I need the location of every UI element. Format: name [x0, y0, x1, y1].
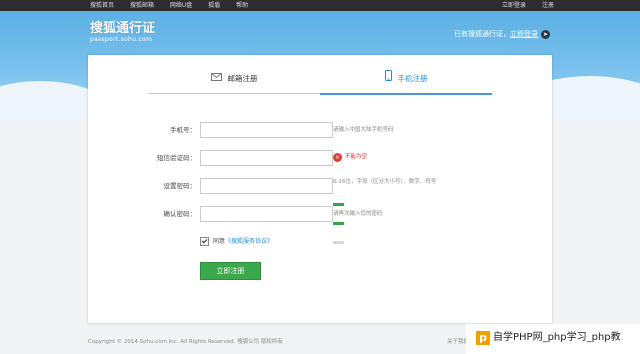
sms-code-input[interactable] — [200, 150, 333, 166]
agreement-row: 同意《搜狐服务协议》 — [200, 237, 273, 247]
tab-mobile-register-label: 手机注册 — [397, 74, 428, 83]
nav-link-sohu-home[interactable]: 搜狐首页 — [90, 2, 114, 9]
top-account-links: 立即登录 注册 — [488, 0, 554, 11]
active-tab-indicator — [320, 93, 492, 95]
password-input[interactable] — [200, 178, 333, 194]
error-icon: × — [333, 153, 342, 162]
tab-email-register-label: 邮箱注册 — [227, 74, 258, 83]
mobile-phone-icon — [384, 65, 392, 93]
password-hint: 6-16位，字母（区分大小写）、数字、符号 — [333, 179, 437, 185]
header-login-link[interactable]: 立即登录 — [510, 30, 538, 38]
phone-hint: 请输入中国大陆手机号码 — [333, 127, 394, 133]
sohu-passport-logo[interactable]: 搜狐通行证 passport.sohu.com — [90, 22, 155, 44]
nav-link-hudun[interactable]: 狐盾 — [208, 2, 220, 9]
top-login-link[interactable]: 立即登录 — [502, 2, 526, 9]
register-button[interactable]: 立即注册 — [200, 262, 261, 280]
mail-icon — [210, 65, 222, 93]
nav-link-help[interactable]: 帮助 — [236, 2, 248, 9]
existing-account-prompt: 已有搜狐通行证，立即登录 ➤ — [454, 29, 550, 39]
registration-card: 邮箱注册 手机注册 手机号： 请输入中国大陆手机号码 短信验证码： × 不能为空 … — [88, 55, 552, 323]
sms-code-error-text: 不能为空 — [345, 154, 368, 160]
logo-title: 搜狐通行证 — [90, 21, 156, 36]
tab-email-register[interactable]: 邮箱注册 — [148, 65, 320, 93]
password-label: 设置密码： — [163, 182, 197, 190]
watermark-text: 自学PHP网_php学习_php教 — [493, 332, 621, 343]
phone-label: 手机号： — [170, 126, 196, 134]
confirm-password-hint: 请再次输入您的密码 — [333, 211, 383, 217]
phone-input[interactable] — [200, 122, 333, 138]
arrow-right-icon[interactable]: ➤ — [541, 29, 550, 39]
nav-link-sohu-mail[interactable]: 搜狐邮箱 — [130, 2, 154, 9]
existing-account-text: 已有搜狐通行证， — [454, 30, 510, 38]
top-register-link[interactable]: 注册 — [542, 2, 554, 9]
sms-code-error: × 不能为空 — [333, 153, 367, 162]
watermark: p 自学PHP网_php学习_php教 — [466, 324, 640, 354]
logo-subtitle: passport.sohu.com — [90, 36, 153, 43]
strength-segment — [333, 222, 344, 225]
nav-link-network-disk[interactable]: 网络U盘 — [170, 2, 192, 9]
sms-code-label: 短信验证码： — [157, 154, 196, 162]
service-agreement-link[interactable]: 《搜狐服务协议》 — [225, 238, 273, 245]
watermark-logo: p — [476, 331, 490, 345]
tab-mobile-register[interactable]: 手机注册 — [320, 65, 492, 93]
strength-segment — [333, 241, 344, 244]
registration-tabs: 邮箱注册 手机注册 — [148, 65, 492, 95]
confirm-password-input[interactable] — [200, 206, 333, 222]
footer-copyright: Copyright © 2014 Sohu.com Inc. All Right… — [88, 339, 283, 345]
confirm-password-label: 确认密码： — [163, 210, 197, 218]
agree-text: 同意 — [213, 238, 226, 245]
top-nav-links: 搜狐首页 搜狐邮箱 网络U盘 狐盾 帮助 — [90, 0, 262, 11]
top-navigation-bar: 搜狐首页 搜狐邮箱 网络U盘 狐盾 帮助 立即登录 注册 — [0, 0, 640, 11]
agree-checkbox[interactable] — [200, 237, 209, 246]
